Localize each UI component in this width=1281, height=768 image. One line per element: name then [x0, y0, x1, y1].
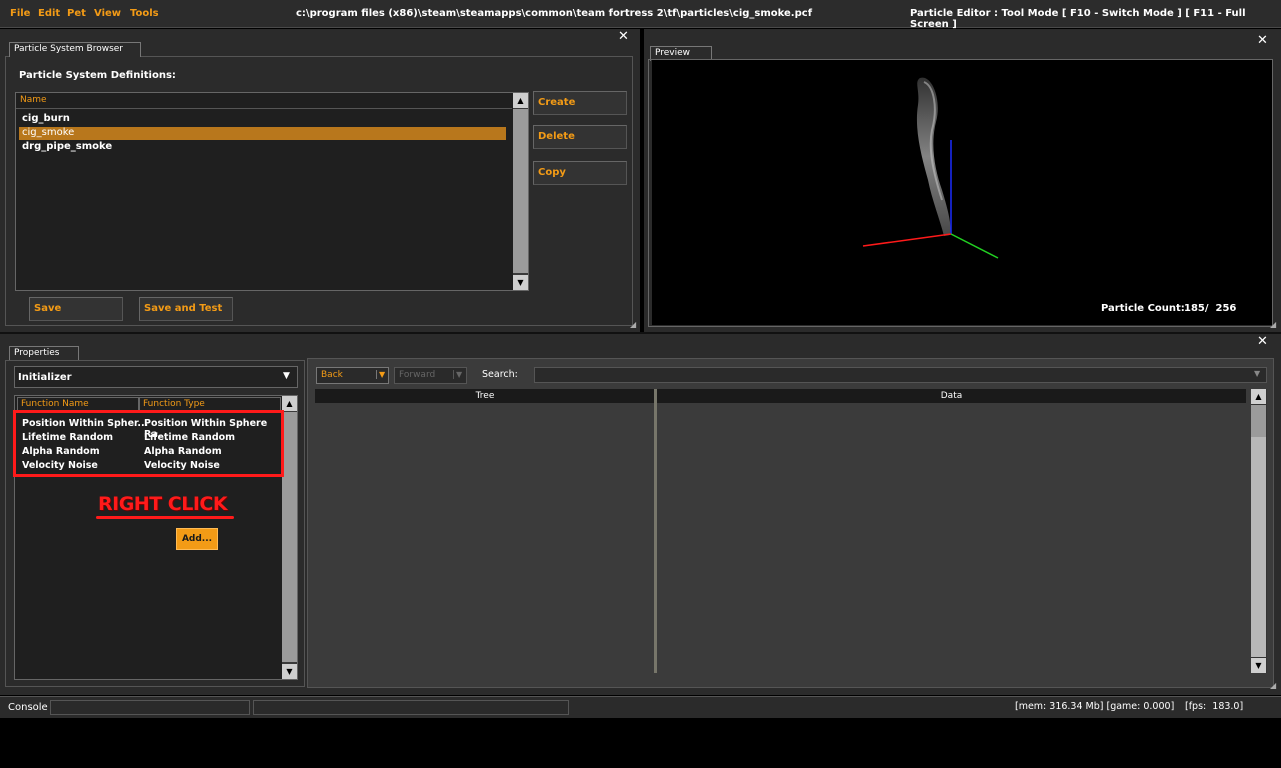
scroll-thumb[interactable] — [1251, 405, 1266, 437]
save-and-test-button[interactable]: Save and Test — [139, 297, 233, 321]
chevron-down-icon[interactable]: ▼ — [453, 370, 462, 379]
category-select[interactable]: Initializer ▼ — [14, 366, 298, 388]
scroll-down-icon[interactable]: ▼ — [282, 664, 297, 679]
list-item[interactable]: cig_burn — [16, 113, 512, 127]
scroll-down-icon[interactable]: ▼ — [513, 275, 528, 290]
column-splitter[interactable] — [654, 389, 657, 673]
editor-mode-title: Particle Editor : Tool Mode [ F10 - Swit… — [910, 8, 1246, 30]
close-icon[interactable]: ✕ — [1257, 34, 1268, 47]
annotation-underline — [96, 516, 234, 519]
menu-view[interactable]: View — [94, 8, 121, 19]
chevron-down-icon: ▼ — [283, 371, 290, 381]
close-icon[interactable]: ✕ — [618, 30, 629, 43]
menu-file[interactable]: File — [10, 8, 30, 19]
search-label: Search: — [482, 369, 518, 380]
menu-bar: File Edit Pet View Tools c:\program file… — [0, 0, 1281, 30]
list-item-selected[interactable]: cig_smoke — [19, 127, 506, 140]
column-header-name[interactable]: Name — [20, 95, 47, 105]
add-function-button[interactable]: Add... — [176, 528, 218, 550]
scroll-up-icon[interactable]: ▲ — [1251, 389, 1266, 404]
tab-properties[interactable]: Properties — [9, 346, 79, 361]
list-item[interactable]: drg_pipe_smoke — [16, 141, 512, 155]
tab-particle-system-browser[interactable]: Particle System Browser — [9, 42, 141, 57]
scroll-thumb[interactable] — [282, 412, 297, 662]
column-header-data[interactable]: Data — [657, 389, 1246, 403]
scroll-up-icon[interactable]: ▲ — [513, 93, 528, 108]
particle-preview-render — [862, 77, 999, 259]
delete-button[interactable]: Delete — [533, 125, 627, 149]
create-button[interactable]: Create — [533, 91, 627, 115]
resize-grip-icon[interactable]: ◢ — [630, 320, 636, 329]
back-button[interactable]: Back ▼ — [316, 367, 389, 384]
menu-edit[interactable]: Edit — [38, 8, 60, 19]
scrollbar[interactable]: ▲ ▼ — [513, 93, 528, 290]
element-viewer — [307, 358, 1274, 688]
console-input[interactable] — [50, 700, 250, 715]
status-bar: Console [mem: 316.34 Mb] [game: 0.000] [… — [0, 696, 1281, 718]
resize-grip-icon[interactable]: ◢ — [1270, 320, 1276, 329]
particle-count-value: 185/ 256 — [1184, 303, 1237, 314]
file-path: c:\program files (x86)\steam\steamapps\c… — [296, 8, 813, 19]
column-header-tree[interactable]: Tree — [315, 389, 655, 403]
memory-status: [mem: 316.34 Mb] [game: 0.000] — [1015, 701, 1175, 712]
preview-viewport[interactable]: Particle Count: 185/ 256 — [652, 60, 1272, 325]
scroll-down-icon[interactable]: ▼ — [1251, 658, 1266, 673]
chevron-down-icon[interactable]: ▼ — [1254, 369, 1260, 378]
particle-count-label: Particle Count: — [1101, 303, 1185, 314]
particle-system-list: Name cig_burn cig_smoke drg_pipe_smoke ▲… — [15, 92, 529, 291]
scrollbar[interactable]: ▲ ▼ — [1251, 389, 1267, 673]
fps-status: [fps: 183.0] — [1185, 701, 1244, 712]
console-output — [253, 700, 569, 715]
chevron-down-icon[interactable]: ▼ — [376, 370, 385, 379]
highlight-box — [13, 410, 284, 477]
close-icon[interactable]: ✕ — [1257, 335, 1268, 348]
scroll-up-icon[interactable]: ▲ — [282, 396, 297, 411]
menu-pet[interactable]: Pet — [67, 8, 86, 19]
annotation-right-click: RIGHT CLICK — [98, 493, 228, 515]
definitions-label: Particle System Definitions: — [19, 70, 176, 81]
menu-tools[interactable]: Tools — [130, 8, 159, 19]
forward-button[interactable]: Forward ▼ — [394, 367, 467, 384]
scrollbar[interactable]: ▲ ▼ — [282, 396, 297, 679]
resize-grip-icon[interactable]: ◢ — [1270, 681, 1276, 690]
scroll-track-area[interactable] — [1251, 437, 1266, 657]
copy-button[interactable]: Copy — [533, 161, 627, 185]
search-input[interactable]: ▼ — [534, 367, 1267, 383]
axis-y — [950, 233, 999, 259]
save-button[interactable]: Save — [29, 297, 123, 321]
scroll-thumb[interactable] — [513, 109, 528, 273]
console-label: Console — [8, 702, 48, 713]
axis-x — [862, 233, 952, 247]
